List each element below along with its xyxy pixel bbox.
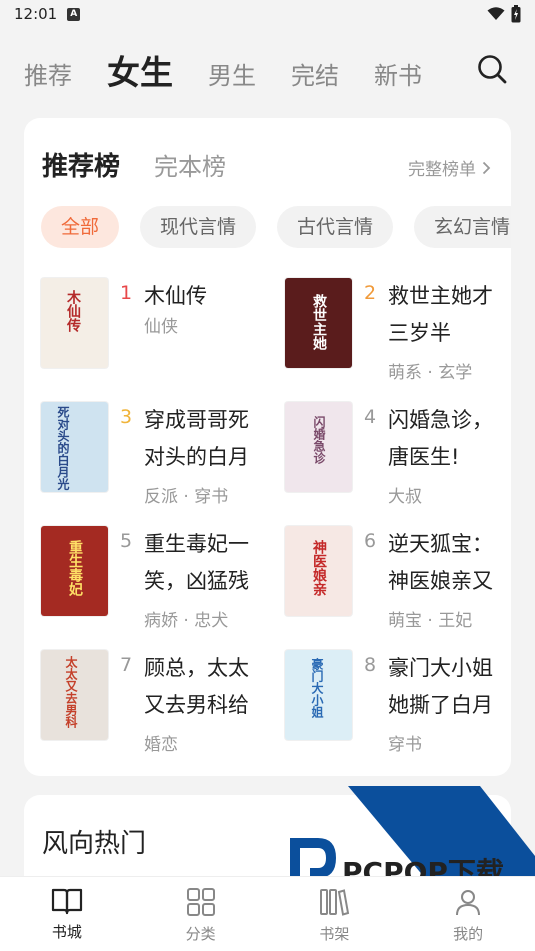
book-cover: 闪婚急诊	[285, 402, 352, 492]
status-icons	[487, 5, 521, 23]
book-cover: 神医娘亲	[285, 526, 352, 616]
battery-icon	[511, 5, 521, 23]
hot-trends-title: 风向热门	[42, 829, 147, 859]
book-open-icon	[51, 888, 82, 915]
tab-label: 书架	[319, 925, 350, 943]
bookshelf-icon	[320, 889, 350, 916]
chip-all[interactable]: 全部	[41, 206, 120, 248]
full-list-label: 完整榜单	[408, 160, 476, 180]
ranking-card: 推荐榜 完本榜 完整榜单 全部 现代言情 古代言情 玄幻言情 木仙传 1 木仙传 仙侠…	[24, 118, 511, 776]
book-cover: 木仙传	[41, 278, 108, 368]
book-tags: 穿书	[388, 735, 422, 755]
nav-tab-male[interactable]: 男生	[208, 56, 256, 91]
tab-profile[interactable]: 我的	[401, 877, 535, 951]
book-tags: 仙侠	[144, 317, 178, 337]
book-item[interactable]: 重生毒妃 5 重生毒妃一笑，凶猛残 病娇 · 忠犬	[41, 526, 271, 636]
nav-tab-new[interactable]: 新书	[374, 56, 422, 91]
book-item[interactable]: 太太又去男科 7 顾总，太太又去男科给 婚恋	[41, 650, 271, 760]
book-rank: 5	[120, 530, 133, 552]
grid-icon	[186, 888, 215, 916]
book-cover: 豪门大小姐	[285, 650, 352, 740]
book-rank: 4	[364, 406, 377, 428]
book-cover: 死对头的白月光	[41, 402, 108, 492]
book-item[interactable]: 豪门大小姐 8 豪门大小姐她撕了白月 穿书	[285, 650, 515, 760]
book-tags: 病娇 · 忠犬	[144, 611, 229, 631]
book-title: 顾总，太太又去男科给	[144, 656, 249, 717]
book-rank: 6	[364, 530, 377, 552]
book-rank: 8	[364, 654, 377, 676]
book-tags: 萌系 · 玄学	[388, 363, 473, 383]
profile-icon	[456, 890, 481, 916]
notification-a-icon: A	[67, 7, 81, 21]
tab-label: 书城	[51, 923, 82, 941]
book-item[interactable]: 木仙传 1 木仙传 仙侠	[41, 278, 271, 388]
full-list-link[interactable]: 完整榜单	[408, 155, 491, 180]
book-rank: 1	[120, 282, 133, 304]
genre-chips: 全部 现代言情 古代言情 玄幻言情	[41, 206, 511, 250]
book-cover: 太太又去男科	[41, 650, 108, 740]
book-tags: 婚恋	[144, 735, 178, 755]
top-nav: 推荐 女生 男生 完结 新书 说	[0, 40, 535, 100]
book-tags: 萌宝 · 王妃	[388, 611, 473, 631]
nav-tab-female[interactable]: 女生	[107, 46, 173, 94]
book-title: 木仙传	[144, 284, 207, 308]
book-title: 闪婚急诊，唐医生!	[388, 408, 493, 469]
nav-tabs: 推荐 女生 男生 完结 新书 说	[0, 46, 440, 94]
book-item[interactable]: 救世主她 2 救世主她才三岁半 萌系 · 玄学	[285, 278, 515, 388]
wifi-icon	[487, 7, 505, 20]
book-title: 重生毒妃一笑，凶猛残	[144, 532, 249, 593]
tab-finished-rank[interactable]: 完本榜	[154, 147, 226, 182]
book-tags: 大叔	[388, 487, 422, 507]
book-title: 逆天狐宝：神医娘亲又	[388, 532, 493, 593]
book-title: 救世主她才三岁半	[388, 284, 493, 345]
book-item[interactable]: 神医娘亲 6 逆天狐宝：神医娘亲又 萌宝 · 王妃	[285, 526, 515, 636]
book-title: 豪门大小姐她撕了白月	[388, 656, 493, 717]
chip-ancient-romance[interactable]: 古代言情	[277, 206, 394, 248]
chevron-right-icon	[482, 161, 491, 174]
book-item[interactable]: 闪婚急诊 4 闪婚急诊，唐医生! 大叔	[285, 402, 515, 512]
tab-label: 我的	[453, 925, 484, 943]
tab-category[interactable]: 分类	[134, 877, 268, 951]
chip-modern-romance[interactable]: 现代言情	[140, 206, 257, 248]
book-rank: 2	[364, 282, 377, 304]
tab-recommend-rank[interactable]: 推荐榜	[42, 146, 120, 183]
book-rank: 3	[120, 406, 133, 428]
book-rank: 7	[120, 654, 133, 676]
status-time: 12:01	[14, 5, 58, 23]
chip-fantasy-romance[interactable]: 玄幻言情	[414, 206, 511, 248]
book-cover: 重生毒妃	[41, 526, 108, 616]
book-item[interactable]: 死对头的白月光 3 穿成哥哥死对头的白月 反派 · 穿书	[41, 402, 271, 512]
tab-bookstore[interactable]: 书城	[0, 877, 134, 951]
nav-tab-finished[interactable]: 完结	[291, 56, 339, 91]
book-cover: 救世主她	[285, 278, 352, 368]
tab-bookshelf[interactable]: 书架	[268, 877, 402, 951]
book-tags: 反派 · 穿书	[144, 487, 229, 507]
ranking-header: 推荐榜 完本榜 完整榜单	[42, 146, 491, 183]
book-title: 穿成哥哥死对头的白月	[144, 408, 249, 469]
status-bar: 12:01 A	[0, 0, 535, 28]
search-icon[interactable]	[477, 54, 507, 84]
nav-tab-recommend[interactable]: 推荐	[24, 56, 72, 91]
tab-label: 分类	[185, 925, 216, 943]
bottom-tab-bar: 书城 分类 书架 我的	[0, 876, 535, 951]
